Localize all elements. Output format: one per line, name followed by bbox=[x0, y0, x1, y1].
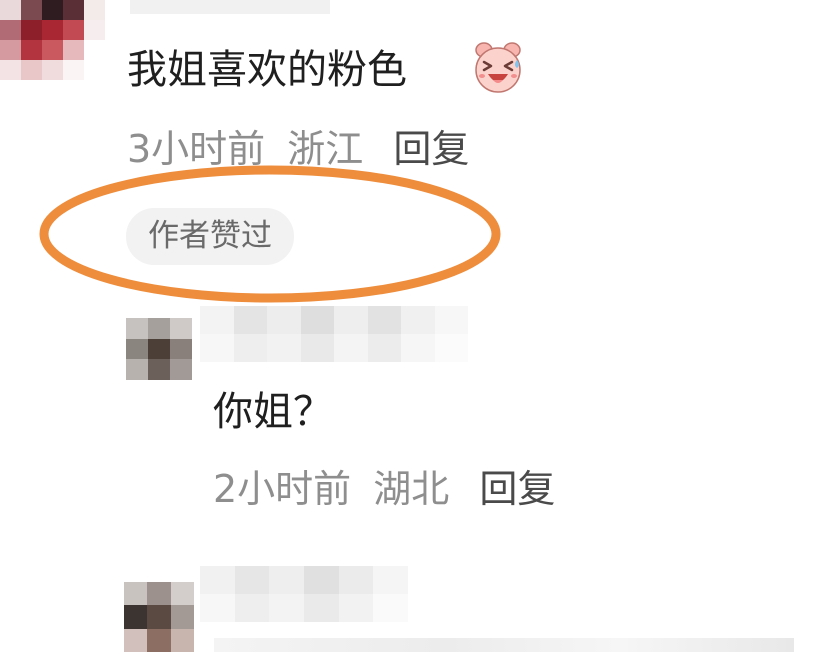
reply-text: 你姐？ bbox=[213, 389, 333, 435]
username-blurred bbox=[130, 0, 330, 14]
reply-avatar[interactable] bbox=[124, 582, 194, 652]
reply-meta: 2小时前 湖北 回复 bbox=[213, 462, 555, 516]
reply-username-blurred bbox=[200, 306, 468, 362]
avatar[interactable] bbox=[0, 0, 105, 80]
reply-avatar[interactable] bbox=[126, 318, 192, 380]
laughing-pig-emoji-icon bbox=[475, 42, 521, 93]
reply-location: 湖北 bbox=[373, 467, 450, 511]
reply-button[interactable]: 回复 bbox=[479, 467, 555, 511]
reply-time: 2小时前 bbox=[213, 467, 352, 511]
reply-username-blurred bbox=[200, 566, 408, 622]
annotation-ellipse bbox=[39, 165, 501, 303]
reply-text-blurred bbox=[214, 638, 794, 652]
comment-text: 我姐喜欢的粉色 bbox=[127, 47, 407, 93]
